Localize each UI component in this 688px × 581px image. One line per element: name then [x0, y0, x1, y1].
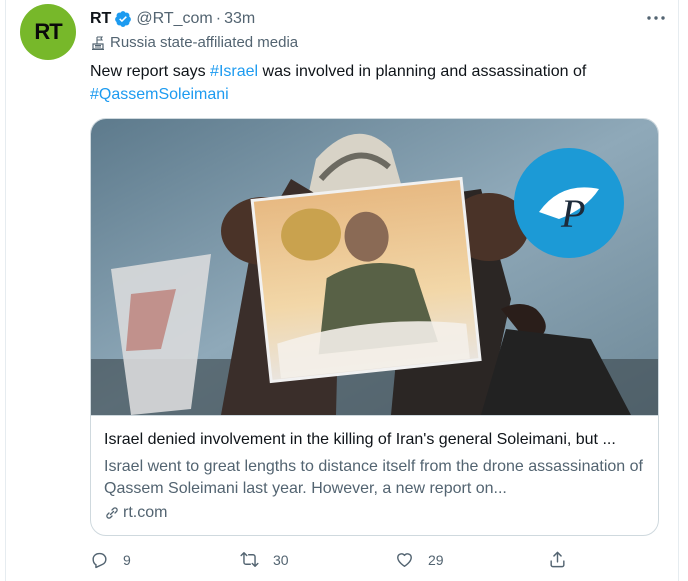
avatar[interactable]: RT	[20, 4, 76, 60]
share-button[interactable]	[548, 550, 581, 569]
retweet-count: 30	[273, 551, 289, 568]
tweet-text-part: New report says	[90, 63, 211, 80]
tweet-text: New report says #Israel was involved in …	[90, 60, 650, 106]
heart-icon	[397, 553, 412, 567]
verified-badge-icon	[115, 11, 132, 27]
hashtag-link[interactable]: #Israel	[210, 63, 258, 80]
avatar-logo-text: RT	[34, 19, 62, 44]
retweet-button[interactable]: 30	[240, 550, 289, 569]
link-icon	[106, 507, 118, 519]
card-image[interactable]: P	[91, 119, 658, 415]
svg-text:P: P	[560, 191, 585, 236]
card-info[interactable]: Israel denied involvement in the killing…	[91, 415, 658, 535]
card-photo: P	[91, 119, 658, 415]
more-options-button[interactable]	[644, 8, 668, 28]
reply-button[interactable]: 9	[90, 550, 131, 569]
tweet-text-part: was involved in planning and assassinati…	[258, 63, 587, 80]
link-card[interactable]: P Israel denied involvement in the killi…	[90, 118, 659, 536]
card-description: Israel went to great lengths to distance…	[104, 458, 643, 497]
tweet-header: RT @RT_com · 33m	[90, 8, 255, 30]
header-separator: ·	[215, 10, 222, 27]
card-title: Israel denied involvement in the killing…	[104, 431, 616, 448]
state-media-label[interactable]: Russia state-affiliated media	[90, 34, 298, 51]
user-handle[interactable]: @RT_com	[136, 10, 212, 28]
state-media-label-text: Russia state-affiliated media	[110, 34, 299, 51]
hashtag-link[interactable]: #QassemSoleimani	[90, 86, 229, 103]
like-button[interactable]: 29	[395, 550, 444, 569]
more-dots-icon	[647, 16, 665, 20]
reply-count: 9	[123, 551, 131, 568]
card-domain-text: rt.com	[123, 504, 168, 521]
share-icon	[550, 551, 565, 568]
reply-icon	[92, 552, 107, 569]
display-name[interactable]: RT	[90, 10, 111, 28]
retweet-icon	[240, 552, 259, 567]
tweet-actions: 9 30 29	[90, 550, 580, 574]
card-domain: rt.com	[104, 504, 647, 522]
like-count: 29	[428, 551, 444, 568]
podium-flag-icon	[92, 35, 104, 50]
timestamp[interactable]: 33m	[224, 10, 255, 28]
